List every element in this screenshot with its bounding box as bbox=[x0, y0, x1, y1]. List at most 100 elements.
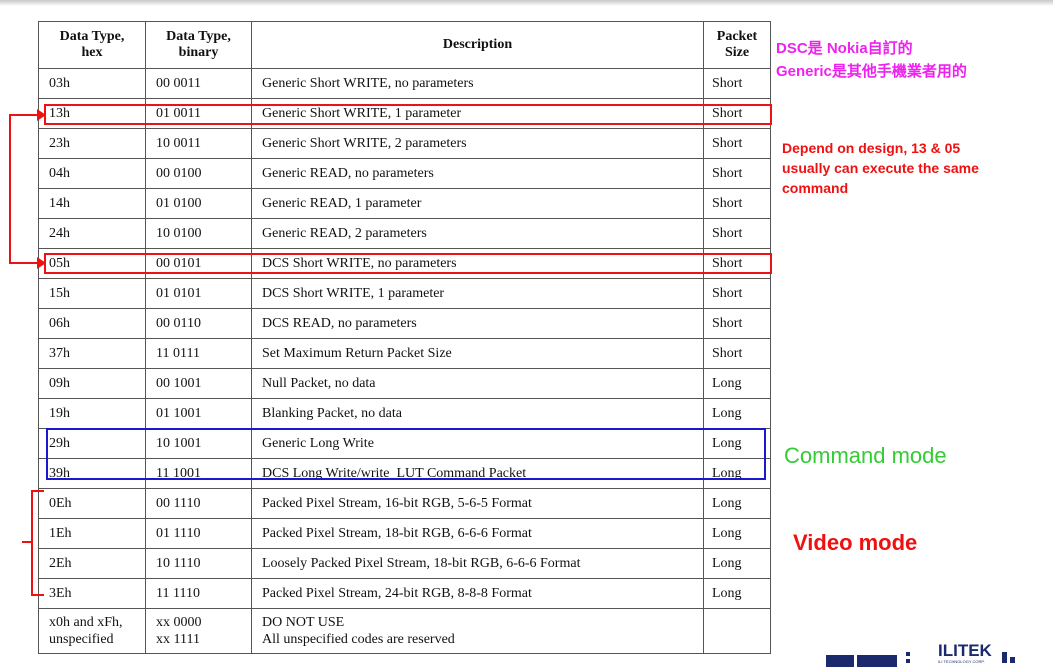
cell-packet-size bbox=[703, 608, 771, 654]
logo-dot-1 bbox=[906, 652, 910, 656]
cell-description: Loosely Packed Pixel Stream, 18-bit RGB,… bbox=[251, 548, 704, 579]
cell-binary: 01 1110 bbox=[145, 518, 252, 549]
table-row: 3Eh 11 1110 Packed Pixel Stream, 24-bit RG… bbox=[38, 578, 771, 609]
cell-description: Generic Short WRITE, no parameters bbox=[251, 68, 704, 99]
video-bracket-bottom bbox=[31, 594, 44, 596]
cell-packet-size: Long bbox=[703, 368, 771, 399]
design-note-line-3: command bbox=[782, 180, 849, 196]
header-binary: Data Type, binary bbox=[145, 21, 252, 69]
cell-packet-size: Short bbox=[703, 128, 771, 159]
table-row: 37h 11 0111 Set Maximum Return Packet Size… bbox=[38, 338, 771, 369]
cell-description: Blanking Packet, no data bbox=[251, 398, 704, 429]
table-row: 0Eh 00 1110 Packed Pixel Stream, 16-bit RG… bbox=[38, 488, 771, 519]
cell-description: DO NOT USE All unspecified codes are rese… bbox=[251, 608, 704, 654]
cell-binary: 00 1110 bbox=[145, 488, 252, 519]
cell-packet-size: Long bbox=[703, 398, 771, 429]
cell-binary: 01 0100 bbox=[145, 188, 252, 219]
table-header-row: Data Type, hex Data Type, binary Descripti… bbox=[38, 21, 771, 69]
cell-packet-size: Long bbox=[703, 578, 771, 609]
connector-line-vertical bbox=[9, 114, 11, 264]
cell-hex: 3Eh bbox=[38, 578, 146, 609]
connector-line-bottom bbox=[9, 262, 39, 264]
connector-line-top bbox=[9, 114, 39, 116]
cell-packet-size: Short bbox=[703, 68, 771, 99]
table-row: 15h 01 0101 DCS Short WRITE, 1 parameter Sh… bbox=[38, 278, 771, 309]
table-row: 2Eh 10 1110 Loosely Packed Pixel Stream, 1… bbox=[38, 548, 771, 579]
table-row: 09h 00 1001 Null Packet, no data Long bbox=[38, 368, 771, 399]
cell-packet-size: Long bbox=[703, 488, 771, 519]
cell-hex: 1Eh bbox=[38, 518, 146, 549]
table-row-unspecified: x0h and xFh, unspecified xx 0000 xx 1111 D… bbox=[38, 608, 771, 654]
table-row: 03h 00 0011 Generic Short WRITE, no parame… bbox=[38, 68, 771, 99]
cell-hex: 14h bbox=[38, 188, 146, 219]
video-bracket-top bbox=[31, 490, 44, 492]
arrowhead-bottom bbox=[37, 257, 46, 269]
ilitek-logo: ILITEK ILI TECHNOLOGY CORP. bbox=[826, 640, 1053, 667]
highlight-box-13h bbox=[44, 104, 772, 125]
table-row: 14h 01 0100 Generic READ, 1 parameter Short bbox=[38, 188, 771, 219]
table-row: 1Eh 01 1110 Packed Pixel Stream, 18-bit RG… bbox=[38, 518, 771, 549]
logo-subtext: ILI TECHNOLOGY CORP. bbox=[938, 659, 985, 664]
arrowhead-top bbox=[37, 109, 46, 121]
logo-mark-2 bbox=[1010, 657, 1015, 663]
cell-binary: 00 0110 bbox=[145, 308, 252, 339]
cell-description: Packed Pixel Stream, 24-bit RGB, 8-8-8 F… bbox=[251, 578, 704, 609]
table-row: 23h 10 0011 Generic Short WRITE, 2 paramet… bbox=[38, 128, 771, 159]
cell-binary: 11 0111 bbox=[145, 338, 252, 369]
logo-dot-2 bbox=[906, 659, 910, 663]
cell-description: Generic READ, 2 parameters bbox=[251, 218, 704, 249]
cell-binary: 00 0011 bbox=[145, 68, 252, 99]
cell-binary: 10 0011 bbox=[145, 128, 252, 159]
cell-binary: 01 0101 bbox=[145, 278, 252, 309]
table-row: 04h 00 0100 Generic READ, no parameters Sho… bbox=[38, 158, 771, 189]
cell-hex: 23h bbox=[38, 128, 146, 159]
video-bracket-tick bbox=[22, 541, 32, 543]
cell-description: Generic READ, 1 parameter bbox=[251, 188, 704, 219]
cell-hex: 06h bbox=[38, 308, 146, 339]
cell-description: Packed Pixel Stream, 16-bit RGB, 5-6-5 F… bbox=[251, 488, 704, 519]
cell-packet-size: Short bbox=[703, 278, 771, 309]
logo-text: ILITEK bbox=[938, 641, 992, 660]
cell-hex: 15h bbox=[38, 278, 146, 309]
design-note-line-1: Depend on design, 13 & 05 bbox=[782, 140, 961, 156]
cell-description: Generic Short WRITE, 2 parameters bbox=[251, 128, 704, 159]
cell-description: DCS READ, no parameters bbox=[251, 308, 704, 339]
dsc-note: DSC是 Nokia自訂的 Generic是其他手機業者用的 bbox=[776, 37, 967, 83]
cell-hex: 03h bbox=[38, 68, 146, 99]
header-description: Description bbox=[251, 21, 704, 69]
cell-description: DCS Short WRITE, 1 parameter bbox=[251, 278, 704, 309]
table-row: 06h 00 0110 DCS READ, no parameters Short bbox=[38, 308, 771, 339]
video-mode-label: Video mode bbox=[793, 530, 918, 555]
cell-hex: 37h bbox=[38, 338, 146, 369]
cell-description: Set Maximum Return Packet Size bbox=[251, 338, 704, 369]
cell-packet-size: Short bbox=[703, 188, 771, 219]
dsc-note-line-1: DSC是 Nokia自訂的 bbox=[776, 40, 913, 57]
command-mode-label: Command mode bbox=[784, 443, 947, 468]
cell-packet-size: Short bbox=[703, 218, 771, 249]
logo-mark bbox=[1002, 652, 1007, 663]
header-packet-size: Packet Size bbox=[703, 21, 771, 69]
cell-binary: xx 0000 xx 1111 bbox=[145, 608, 252, 654]
cell-packet-size: Short bbox=[703, 308, 771, 339]
cell-hex: 19h bbox=[38, 398, 146, 429]
command-mode-box bbox=[46, 428, 766, 480]
design-note: Depend on design, 13 & 05 usually can ex… bbox=[782, 138, 979, 198]
header-hex: Data Type, hex bbox=[38, 21, 146, 69]
cell-hex: 09h bbox=[38, 368, 146, 399]
cell-hex: x0h and xFh, unspecified bbox=[38, 608, 146, 654]
cell-binary: 10 0100 bbox=[145, 218, 252, 249]
cell-hex: 04h bbox=[38, 158, 146, 189]
cell-description: Null Packet, no data bbox=[251, 368, 704, 399]
design-note-line-2: usually can execute the same bbox=[782, 160, 979, 176]
cell-description: Generic READ, no parameters bbox=[251, 158, 704, 189]
cell-packet-size: Long bbox=[703, 548, 771, 579]
cell-hex: 0Eh bbox=[38, 488, 146, 519]
cell-packet-size: Short bbox=[703, 338, 771, 369]
cell-hex: 2Eh bbox=[38, 548, 146, 579]
cell-packet-size: Long bbox=[703, 518, 771, 549]
logo-bar-2 bbox=[857, 655, 897, 667]
cell-hex: 24h bbox=[38, 218, 146, 249]
table-row: 24h 10 0100 Generic READ, 2 parameters Shor… bbox=[38, 218, 771, 249]
cell-binary: 10 1110 bbox=[145, 548, 252, 579]
cell-binary: 01 1001 bbox=[145, 398, 252, 429]
